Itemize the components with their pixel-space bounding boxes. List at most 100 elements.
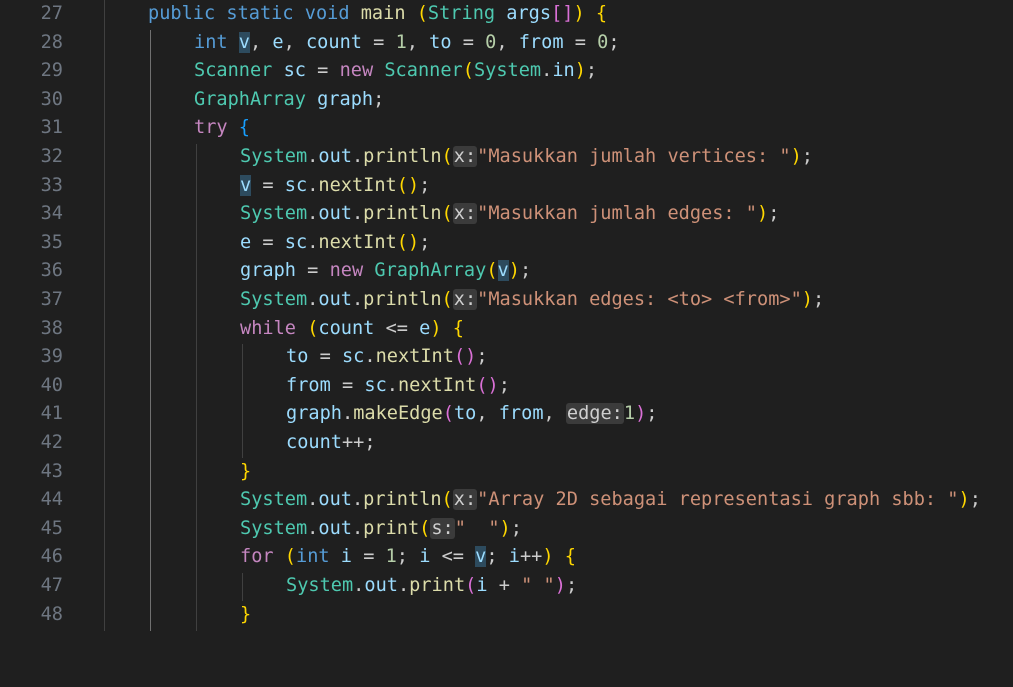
variable: sc <box>341 346 365 368</box>
variable: i <box>419 546 431 568</box>
method-name: nextInt <box>318 174 397 196</box>
variable: i <box>340 546 352 568</box>
line-number: 43 <box>40 460 63 482</box>
bracket: ) <box>430 317 442 339</box>
line-number: 41 <box>40 403 63 425</box>
keyword: void <box>304 3 350 24</box>
bracket: ( <box>416 3 428 24</box>
type-name: Scanner <box>194 60 273 82</box>
line-number: 31 <box>40 117 63 139</box>
punctuation: . <box>307 146 319 167</box>
code-line[interactable]: 42 count++; <box>0 431 1013 460</box>
bracket: ( <box>441 289 453 310</box>
operator: = <box>451 31 486 53</box>
bracket: { <box>595 3 608 24</box>
code-editor[interactable]: 27 public static void main (String args[… <box>0 0 1013 631</box>
code-line[interactable]: 32 System.out.println(x:"Masukkan jumlah… <box>0 145 1013 174</box>
code-line[interactable]: 44 System.out.println(x:"Array 2D sebaga… <box>0 488 1013 517</box>
string-literal: " " <box>454 517 500 539</box>
punctuation: ; <box>969 489 981 511</box>
code-line[interactable]: 39 to = sc.nextInt(); <box>0 345 1013 374</box>
variable: from <box>286 374 331 396</box>
code-line[interactable]: 43 } <box>0 460 1013 489</box>
operator: = <box>308 346 342 368</box>
punctuation: . <box>351 146 364 167</box>
code-line[interactable]: 30 GraphArray graph; <box>0 88 1013 117</box>
keyword: int <box>296 546 330 568</box>
method-name: println <box>363 289 442 310</box>
code-line[interactable]: 31 try { <box>0 116 1013 145</box>
punctuation: ; <box>519 260 532 282</box>
variable: e <box>272 31 284 53</box>
line-number: 30 <box>40 88 63 110</box>
bracket: { <box>238 117 250 139</box>
code-line[interactable]: 34 System.out.println(x:"Masukkan jumlah… <box>0 202 1013 231</box>
variable: out <box>318 517 352 539</box>
code-line[interactable]: 46 for (int i = 1; i <= v; i++) { <box>0 545 1013 574</box>
punctuation: ; <box>812 289 825 310</box>
variable: from <box>518 31 564 53</box>
code-line[interactable]: 35 e = sc.nextInt(); <box>0 231 1013 260</box>
code-line[interactable]: 28 int v, e, count = 1, to = 0, from = 0… <box>0 31 1013 60</box>
line-number: 48 <box>40 603 63 625</box>
variable: to <box>429 31 452 53</box>
parameter-hint: x: <box>452 203 478 225</box>
line-number: 36 <box>40 260 63 282</box>
variable: to <box>286 346 309 368</box>
bracket: ( <box>441 203 453 225</box>
bracket: { <box>452 317 464 339</box>
code-line[interactable]: 27 public static void main (String args[… <box>0 2 1013 31</box>
bracket: () <box>476 374 499 396</box>
type-name: System <box>240 489 308 511</box>
code-line[interactable]: 38 while (count <= e) { <box>0 317 1013 346</box>
variable: v <box>497 260 509 282</box>
line-number: 34 <box>40 203 63 225</box>
bracket: ) <box>574 60 586 82</box>
punctuation: ; <box>646 403 658 425</box>
line-number: 39 <box>40 346 63 368</box>
code-line[interactable]: 33 v = sc.nextInt(); <box>0 174 1013 203</box>
bracket: ( <box>486 260 498 282</box>
punctuation: . <box>386 374 398 396</box>
bracket: ) <box>499 517 511 539</box>
operator: = <box>251 174 285 196</box>
method-name: println <box>363 146 442 167</box>
keyword: try <box>194 117 228 139</box>
punctuation: ; <box>510 517 522 539</box>
punctuation: ; <box>801 146 813 167</box>
variable: to <box>453 403 477 425</box>
operator: = <box>305 60 340 82</box>
punctuation: ; <box>498 374 510 396</box>
number: 0 <box>597 31 609 53</box>
punctuation: ; <box>396 546 420 568</box>
type-name: String <box>427 3 496 24</box>
code-line[interactable]: 48 } <box>0 603 1013 632</box>
variable: count <box>305 31 362 53</box>
punctuation: . <box>351 517 364 539</box>
bracket: ) <box>635 403 647 425</box>
code-line[interactable]: 36 graph = new GraphArray(v); <box>0 259 1013 288</box>
code-line[interactable]: 47 System.out.print(i + " "); <box>0 574 1013 603</box>
operator: = <box>330 374 365 396</box>
code-line[interactable]: 37 System.out.println(x:"Masukkan edges:… <box>0 288 1013 317</box>
code-line[interactable]: 40 from = sc.nextInt(); <box>0 374 1013 403</box>
code-line[interactable]: 41 graph.makeEdge(to, from, edge:1); <box>0 402 1013 431</box>
bracket: { <box>564 546 576 568</box>
bracket: ) <box>554 575 566 596</box>
bracket: [] <box>551 3 574 24</box>
variable: count <box>286 432 342 453</box>
punctuation: ; <box>419 231 431 253</box>
string-literal: "Masukkan edges: <to> <from>" <box>477 289 802 310</box>
bracket: ) <box>573 3 585 24</box>
line-number: 28 <box>40 31 63 53</box>
line-number: 46 <box>40 546 63 568</box>
code-line[interactable]: 29 Scanner sc = new Scanner(System.in); <box>0 59 1013 88</box>
punctuation: . <box>364 346 376 368</box>
variable: graph <box>317 88 374 110</box>
variable: i <box>476 575 488 596</box>
variable: out <box>318 489 352 511</box>
line-number: 33 <box>40 174 63 196</box>
bracket: () <box>396 174 420 196</box>
method-name: print <box>363 517 420 539</box>
code-line[interactable]: 45 System.out.print(s:" "); <box>0 517 1013 546</box>
